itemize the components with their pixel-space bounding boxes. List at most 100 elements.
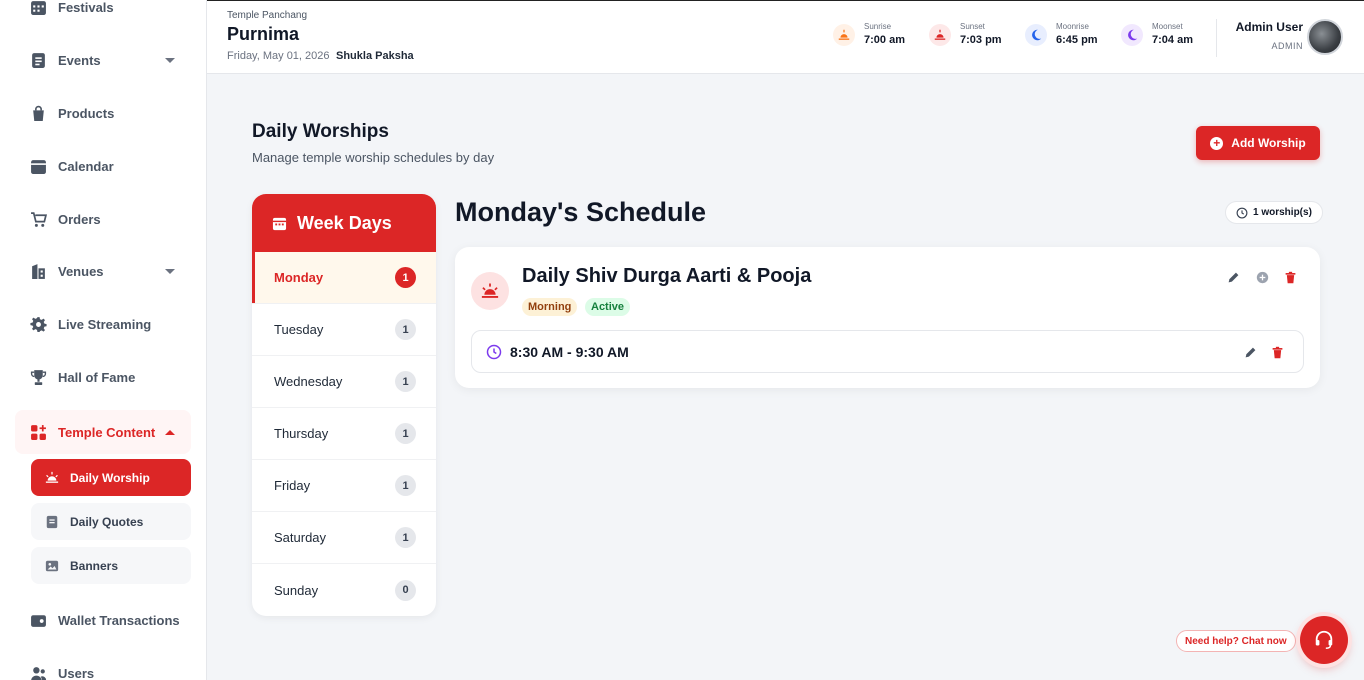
pencil-icon xyxy=(1228,272,1238,282)
calendar-icon xyxy=(272,217,287,230)
sidebar-subitem-daily-quotes[interactable]: Daily Quotes xyxy=(31,503,191,540)
help-chat-button[interactable] xyxy=(1300,616,1348,664)
sidebar-item-hall-of-fame[interactable]: Hall of Fame xyxy=(15,355,191,399)
week-days-header: Week Days xyxy=(252,194,436,252)
sidebar-item-label: Festivals xyxy=(58,0,114,15)
sidebar-subitem-label: Daily Worship xyxy=(70,470,150,485)
edit-worship-button[interactable] xyxy=(1225,269,1241,285)
week-days-panel: Week Days Monday 1 Tuesday 1 Wednesday 1 Th… xyxy=(252,194,436,616)
calendar-grid-icon xyxy=(29,0,47,16)
day-count-badge: 1 xyxy=(395,267,416,288)
trash-icon xyxy=(1285,271,1295,283)
edit-time-slot-button[interactable] xyxy=(1242,344,1258,360)
sidebar-subitem-daily-worship[interactable]: Daily Worship xyxy=(31,459,191,496)
time-slot-row: 8:30 AM - 9:30 AM xyxy=(471,330,1304,373)
sidebar-item-venues[interactable]: Venues xyxy=(15,249,191,293)
moonset-info: Moonset 7:04 am xyxy=(1121,22,1193,48)
sidebar-item-label: Calendar xyxy=(58,158,114,174)
chevron-down-icon xyxy=(165,58,175,63)
worship-title: Daily Shiv Durga Aarti & Pooja xyxy=(522,265,812,287)
pencil-icon xyxy=(1245,347,1255,357)
delete-time-slot-button[interactable] xyxy=(1269,344,1285,360)
sidebar-item-orders[interactable]: Orders xyxy=(15,197,191,241)
chevron-down-icon xyxy=(165,269,175,274)
worship-card: Daily Shiv Durga Aarti & Pooja Morning A… xyxy=(455,247,1320,388)
sunset-info: Sunset 7:03 pm xyxy=(929,22,1002,48)
tithi-title: Purnima xyxy=(227,24,300,44)
sidebar-item-products[interactable]: Products xyxy=(15,91,191,135)
document-icon xyxy=(45,515,59,529)
paksha-label: Shukla Paksha xyxy=(336,50,414,62)
sunrise-info: Sunrise 7:00 am xyxy=(833,22,905,48)
sidebar-subitem-label: Banners xyxy=(70,558,119,573)
time-of-day-badge: Morning xyxy=(522,298,578,316)
day-count-badge: 1 xyxy=(395,475,416,496)
header-divider xyxy=(1216,19,1217,57)
schedule-title: Monday's Schedule xyxy=(455,197,706,227)
sidebar-item-label: Temple Content xyxy=(58,424,156,440)
shopping-bag-icon xyxy=(29,104,47,122)
help-chat-label[interactable]: Need help? Chat now xyxy=(1176,630,1296,652)
apps-icon xyxy=(29,423,47,441)
day-item-thursday[interactable]: Thursday 1 xyxy=(252,408,436,460)
plus-circle-icon xyxy=(1256,271,1268,283)
page-subtitle: Manage temple worship schedules by day xyxy=(252,150,495,165)
sidebar-item-temple-content[interactable]: Temple Content xyxy=(15,410,191,454)
sidebar-item-live-streaming[interactable]: Live Streaming xyxy=(15,302,191,346)
sunrise-icon xyxy=(45,471,59,485)
headset-icon xyxy=(1315,630,1333,649)
page-title: Daily Worships xyxy=(252,121,389,142)
sidebar-item-calendar[interactable]: Calendar xyxy=(15,144,191,188)
cart-icon xyxy=(29,210,47,228)
delete-worship-button[interactable] xyxy=(1282,269,1298,285)
trash-icon xyxy=(1272,346,1282,358)
week-days-title: Week Days xyxy=(297,212,392,233)
status-badge: Active xyxy=(585,298,631,316)
users-icon xyxy=(29,664,47,680)
sidebar-item-label: Live Streaming xyxy=(58,316,152,332)
day-item-friday[interactable]: Friday 1 xyxy=(252,460,436,512)
sidebar-item-wallet-transactions[interactable]: Wallet Transactions xyxy=(15,598,191,642)
calendar-icon xyxy=(29,157,47,175)
sunrise-icon xyxy=(471,272,509,310)
user-name[interactable]: Admin User xyxy=(1236,20,1303,34)
panchang-label: Temple Panchang xyxy=(227,10,308,21)
day-item-tuesday[interactable]: Tuesday 1 xyxy=(252,304,436,356)
trophy-icon xyxy=(29,368,47,386)
chevron-up-icon xyxy=(165,430,175,435)
add-worship-button[interactable]: + Add Worship xyxy=(1196,126,1320,160)
document-icon xyxy=(29,51,47,69)
sidebar-item-label: Users xyxy=(58,665,95,680)
sidebar-subitem-banners[interactable]: Banners xyxy=(31,547,191,584)
sidebar-item-label: Wallet Transactions xyxy=(58,612,180,628)
day-item-monday[interactable]: Monday 1 xyxy=(252,252,436,304)
sidebar-item-label: Orders xyxy=(58,211,101,227)
day-count-badge: 1 xyxy=(395,319,416,340)
add-worship-label: Add Worship xyxy=(1231,136,1306,150)
worship-count-badge: 1 worship(s) xyxy=(1225,201,1323,224)
day-count-badge: 1 xyxy=(395,371,416,392)
avatar[interactable] xyxy=(1307,19,1343,55)
moonrise-icon xyxy=(1025,24,1047,46)
day-item-saturday[interactable]: Saturday 1 xyxy=(252,512,436,564)
top-bar: Temple Panchang Purnima Friday, May 01, … xyxy=(207,0,1364,74)
sidebar-subitem-label: Daily Quotes xyxy=(70,514,144,529)
sidebar-item-festivals[interactable]: Festivals xyxy=(15,0,191,29)
moonrise-info: Moonrise 6:45 pm xyxy=(1025,22,1098,48)
gear-icon xyxy=(29,315,47,333)
clock-icon xyxy=(1236,207,1248,218)
sidebar-item-users[interactable]: Users xyxy=(15,651,191,680)
add-time-slot-button[interactable] xyxy=(1254,269,1270,285)
sunrise-icon xyxy=(833,24,855,46)
wallet-icon xyxy=(29,611,47,629)
day-item-wednesday[interactable]: Wednesday 1 xyxy=(252,356,436,408)
sidebar-item-label: Products xyxy=(58,105,115,121)
sidebar-item-label: Events xyxy=(58,52,101,68)
panchang-date: Friday, May 01, 2026 xyxy=(227,50,330,62)
day-count-badge: 0 xyxy=(395,579,416,601)
building-icon xyxy=(29,262,47,280)
sidebar-item-events[interactable]: Events xyxy=(15,38,191,82)
clock-icon xyxy=(486,344,502,360)
day-item-sunday[interactable]: Sunday 0 xyxy=(252,564,436,616)
sidebar-item-label: Venues xyxy=(58,263,104,279)
